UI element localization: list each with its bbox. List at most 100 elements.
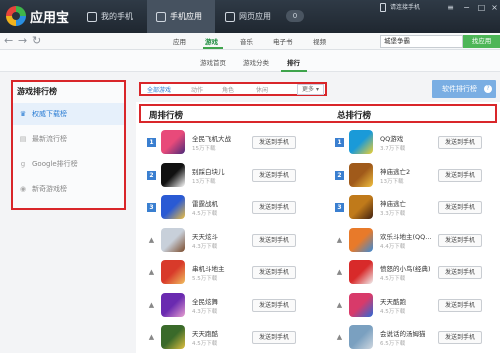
send-to-phone-button[interactable]: 发送到手机 (438, 298, 482, 312)
app-icon[interactable] (349, 325, 373, 349)
back-arrow-icon[interactable]: ← (4, 34, 13, 47)
rank-up-icon: ▲ (336, 268, 343, 276)
app-icon[interactable] (349, 130, 373, 154)
list-item[interactable]: 3 神庙逃亡 3.3万下载 发送到手机 (335, 193, 490, 223)
app-name[interactable]: 全民飞机大战 (192, 133, 231, 143)
list-item[interactable]: 2 神庙逃亡2 13万下载 发送到手机 (335, 161, 490, 191)
download-count: 13万下载 (192, 178, 216, 185)
app-icon[interactable] (349, 162, 373, 187)
app-name[interactable]: 愤怒的小鸟(经典) (380, 263, 431, 273)
app-name[interactable]: 会说话的汤姆猫 (380, 328, 426, 338)
nav-tab-music[interactable]: 音乐 (240, 36, 253, 46)
app-icon[interactable] (161, 195, 185, 219)
app-icon[interactable] (349, 260, 373, 284)
app-name[interactable]: 神庙逃亡 (380, 198, 406, 208)
app-name[interactable]: 别踩白块儿 (192, 166, 225, 176)
nav-tab-apps[interactable]: 应用 (173, 36, 186, 46)
app-name[interactable]: 雷霆战机 (192, 198, 218, 208)
active-tab-indicator (203, 47, 223, 49)
send-to-phone-button[interactable]: 发送到手机 (252, 233, 296, 247)
tab-my-phone[interactable]: 我的手机 (78, 0, 146, 33)
list-item[interactable]: ▲ 天天跑酷 4.5万下载 发送到手机 (147, 323, 302, 353)
download-count: 3.3万下载 (380, 211, 406, 217)
maximize-icon[interactable]: □ (477, 3, 486, 12)
help-icon: ? (484, 85, 492, 93)
send-to-phone-button[interactable]: 发送到手机 (252, 168, 296, 182)
app-icon[interactable] (161, 227, 185, 252)
app-name[interactable]: 串机斗地主 (192, 263, 225, 273)
app-icon[interactable] (161, 130, 185, 154)
list-item[interactable]: ▲ 愤怒的小鸟(经典) 4.5万下载 发送到手机 (335, 258, 490, 288)
list-item[interactable]: 2 别踩白块儿 13万下载 发送到手机 (147, 161, 302, 191)
list-item[interactable]: ▲ 天天酷跑 4.5万下载 发送到手机 (335, 291, 490, 321)
nav-tab-videos[interactable]: 视频 (313, 36, 326, 46)
filter-role[interactable]: 角色 (222, 85, 234, 94)
app-icon[interactable] (349, 227, 373, 252)
app-name[interactable]: 天天酷跑 (380, 296, 406, 306)
search-input[interactable]: 城堡争霸 (380, 35, 463, 48)
list-item[interactable]: ▲ 天天炫斗 4.3万下载 发送到手机 (147, 226, 302, 256)
list-item[interactable]: ▲ 会说话的汤姆猫 6.5万下载 发送到手机 (335, 323, 490, 353)
app-icon[interactable] (349, 195, 373, 219)
app-icon[interactable] (349, 292, 373, 317)
ranking-sidebar: 游戏排行榜 ♛ 权威下载榜 ▤ 最新流行榜 g Google排行榜 ◉ 新奇游戏… (11, 80, 126, 210)
app-icon[interactable] (161, 260, 185, 284)
connect-phone-icon[interactable] (380, 3, 386, 12)
app-name[interactable]: 天天跑酷 (192, 328, 218, 338)
sidebar-item-google-ranking[interactable]: g Google排行榜 (13, 153, 124, 175)
list-item[interactable]: ▲ 欢乐斗地主(QQ... 4.4万下载 发送到手机 (335, 226, 490, 256)
list-item[interactable]: 1 全民飞机大战 15万下载 发送到手机 (147, 128, 302, 158)
filter-casual[interactable]: 休闲 (256, 85, 268, 94)
app-name[interactable]: 全民炫舞 (192, 296, 218, 306)
sidebar-item-authority-downloads[interactable]: ♛ 权威下载榜 (13, 103, 124, 125)
nav-tab-games[interactable]: 游戏 (205, 36, 218, 46)
send-to-phone-button[interactable]: 发送到手机 (438, 331, 482, 344)
app-name[interactable]: 欢乐斗地主(QQ... (380, 231, 431, 241)
send-to-phone-button[interactable]: 发送到手机 (438, 201, 482, 214)
refresh-icon[interactable]: ↻ (32, 34, 41, 47)
filter-action[interactable]: 动作 (191, 85, 203, 94)
forward-arrow-icon[interactable]: → (18, 34, 27, 47)
send-to-phone-button[interactable]: 发送到手机 (438, 136, 482, 149)
app-name[interactable]: QQ游戏 (380, 133, 403, 143)
list-item[interactable]: ▲ 串机斗地主 5.5万下载 发送到手机 (147, 258, 302, 288)
minimize-icon[interactable]: − (462, 3, 471, 12)
menu-icon[interactable]: ≡ (446, 3, 455, 12)
send-to-phone-button[interactable]: 发送到手机 (438, 233, 482, 247)
sidebar-item-latest-popular[interactable]: ▤ 最新流行榜 (13, 128, 124, 150)
software-ranking-button[interactable]: 软件排行榜 ? (432, 80, 496, 98)
chart-icon: ▤ (19, 135, 27, 143)
close-icon[interactable]: × (490, 3, 499, 12)
search-button[interactable]: 找应用 (463, 35, 500, 48)
send-to-phone-button[interactable]: 发送到手机 (252, 331, 296, 344)
send-to-phone-button[interactable]: 发送到手机 (438, 168, 482, 182)
app-icon[interactable] (161, 325, 185, 349)
app-name[interactable]: 天天炫斗 (192, 231, 218, 241)
subtab-game-category[interactable]: 游戏分类 (243, 57, 269, 67)
list-item[interactable]: 1 QQ游戏 3.7万下载 发送到手机 (335, 128, 490, 158)
send-to-phone-button[interactable]: 发送到手机 (252, 266, 296, 279)
sidebar-item-novel-games[interactable]: ◉ 新奇游戏榜 (13, 178, 124, 200)
nav-tab-ebooks[interactable]: 电子书 (273, 36, 293, 46)
app-name[interactable]: 神庙逃亡2 (380, 166, 410, 176)
app-icon[interactable] (161, 292, 185, 317)
list-item[interactable]: ▲ 全民炫舞 4.3万下载 发送到手机 (147, 291, 302, 321)
tab-phone-apps[interactable]: 手机应用 (147, 0, 215, 33)
subtab-ranking[interactable]: 排行 (287, 57, 300, 67)
app-icon[interactable] (161, 162, 185, 187)
connect-phone-hint[interactable]: 请连接手机 (390, 2, 420, 11)
download-count: 6.5万下载 (380, 341, 406, 347)
rank-up-icon: ▲ (336, 300, 343, 309)
send-to-phone-button[interactable]: 发送到手机 (252, 136, 296, 149)
send-to-phone-button[interactable]: 发送到手机 (438, 266, 482, 279)
list-item[interactable]: 3 雷霆战机 4.5万下载 发送到手机 (147, 193, 302, 223)
sidebar-item-label: 新奇游戏榜 (32, 185, 67, 193)
send-to-phone-button[interactable]: 发送到手机 (252, 298, 296, 312)
rank-badge: 2 (147, 170, 156, 180)
subtab-game-home[interactable]: 游戏首页 (200, 57, 226, 67)
tab-label: 网页应用 (239, 12, 271, 21)
filter-all-games[interactable]: 全部游戏 (147, 85, 171, 94)
more-filters-dropdown[interactable]: 更多 ▾ (297, 84, 324, 95)
send-to-phone-button[interactable]: 发送到手机 (252, 201, 296, 214)
web-icon (225, 11, 235, 22)
